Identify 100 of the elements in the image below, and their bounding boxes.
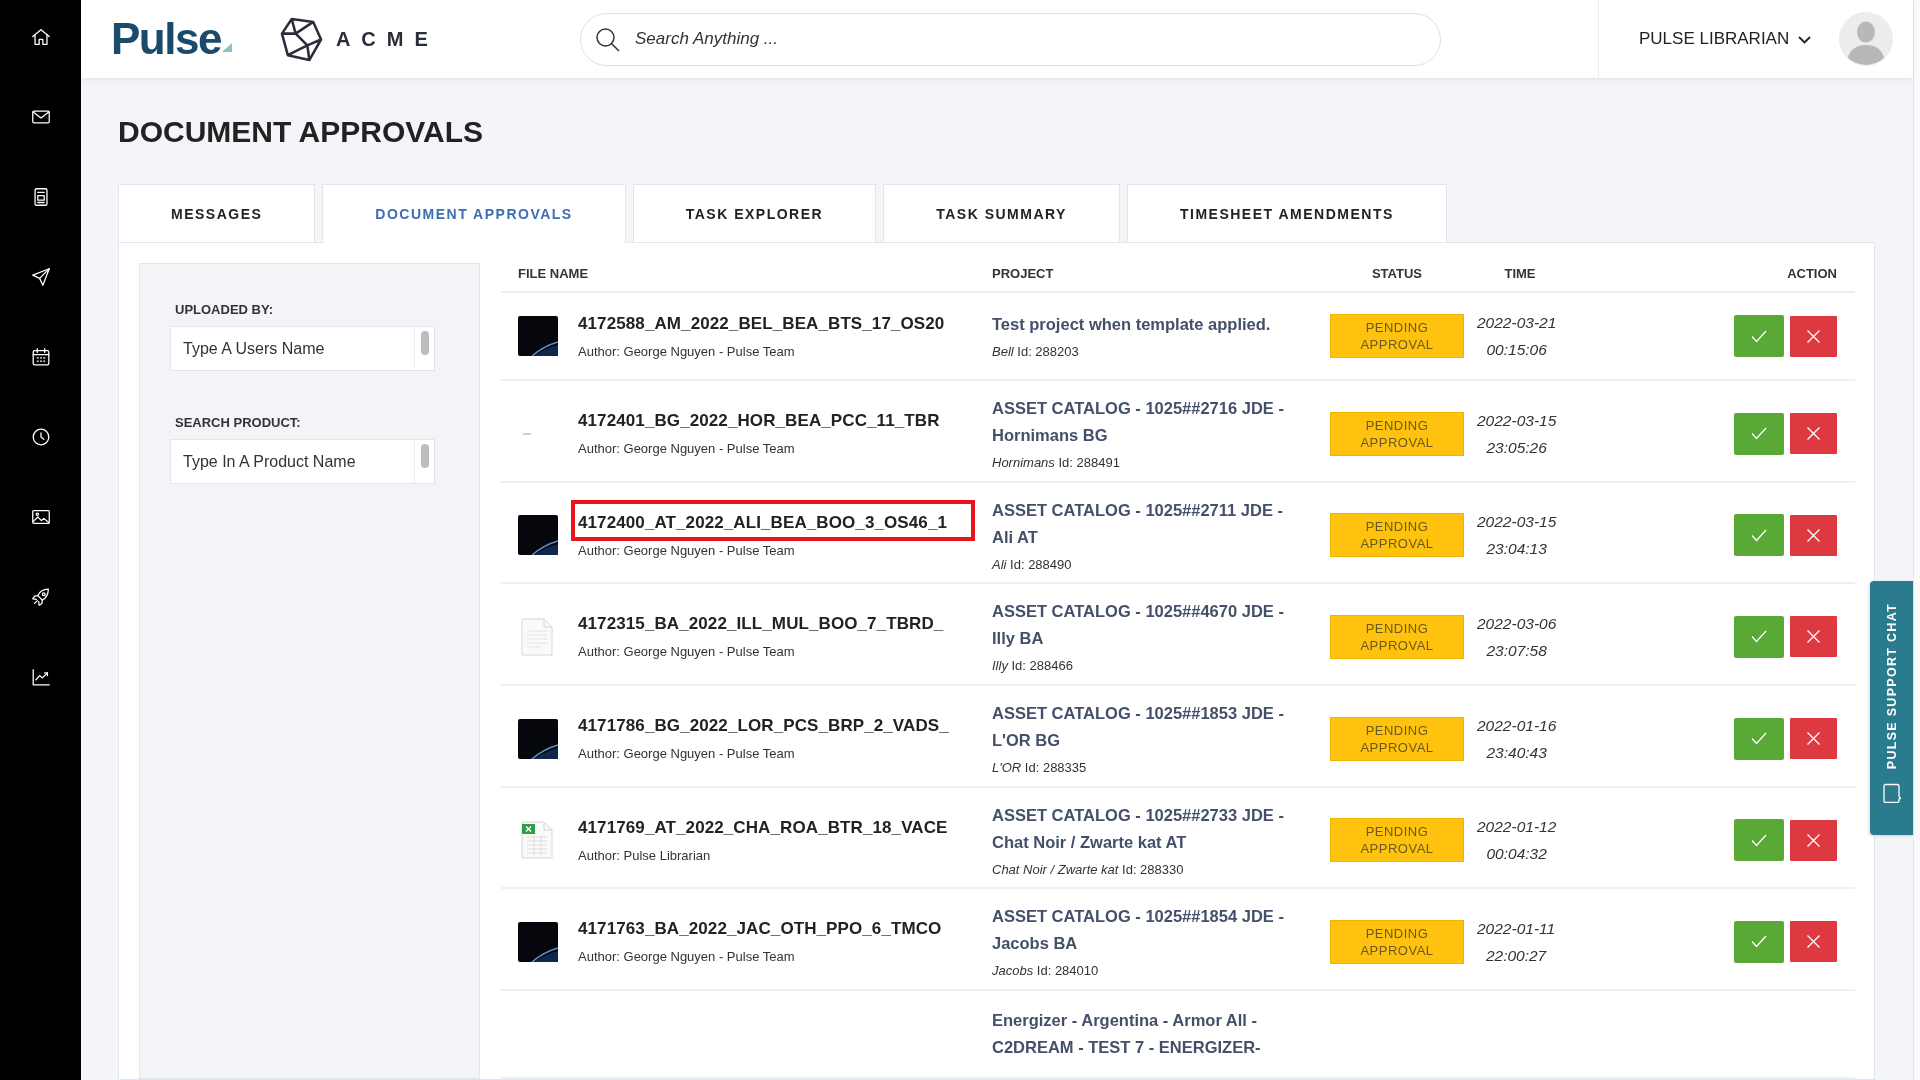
approve-button[interactable] bbox=[1734, 514, 1784, 557]
file-name[interactable]: 4172401_BG_2022_HOR_BEA_PCC_11_TBR bbox=[578, 410, 940, 433]
file-name[interactable]: 4171763_BA_2022_JAC_OTH_PPO_6_TMCO bbox=[578, 918, 942, 941]
status-badge: PENDING APPROVAL bbox=[1330, 513, 1464, 558]
reject-button[interactable] bbox=[1790, 413, 1837, 455]
home-icon[interactable] bbox=[29, 26, 52, 48]
column-header: FILE NAME bbox=[518, 266, 589, 282]
close-icon bbox=[1807, 630, 1820, 644]
photo-placeholder bbox=[518, 515, 558, 556]
scrollbar-thumb[interactable] bbox=[420, 444, 429, 468]
author-text: Author: George Nguyen - Pulse Team bbox=[578, 949, 795, 966]
project-name: ASSET CATALOG - 1025##2716 JDE - Hornimans BG bbox=[992, 398, 1285, 447]
page-title: DOCUMENT APPROVALS bbox=[118, 114, 483, 150]
file-name[interactable]: 4172315_BA_2022_ILL_MUL_BOO_7_TBRD_ bbox=[578, 613, 944, 636]
close-icon bbox=[1807, 427, 1820, 441]
reject-button[interactable] bbox=[1790, 315, 1837, 357]
logo-text: Pulse bbox=[111, 17, 221, 61]
time-text: 23:07:58 bbox=[1486, 640, 1547, 661]
check-icon bbox=[1751, 833, 1767, 847]
file-name[interactable]: 4172400_AT_2022_ALI_BEA_BOO_3_OS46_1 bbox=[578, 511, 948, 534]
approve-button[interactable] bbox=[1734, 717, 1784, 760]
reject-button[interactable] bbox=[1790, 921, 1837, 963]
polyhedron-icon bbox=[279, 15, 323, 63]
close-icon bbox=[1807, 528, 1820, 542]
author-text: Author: George Nguyen - Pulse Team bbox=[578, 746, 795, 763]
photo-placeholder bbox=[518, 316, 558, 357]
date-text: 2022-01-11 bbox=[1477, 918, 1556, 939]
input-field[interactable]: Type A Users Name bbox=[170, 326, 435, 371]
status-badge: PENDING APPROVAL bbox=[1330, 716, 1464, 761]
time-text: 23:05:26 bbox=[1486, 437, 1547, 458]
date-text: 2022-03-21 bbox=[1477, 313, 1557, 334]
brand-name: ACME bbox=[335, 27, 439, 51]
project-name: Energizer - Argentina - Armor All - C2DREAM - TEST 7 - ENERGIZER- bbox=[992, 1009, 1262, 1058]
approve-button[interactable] bbox=[1734, 819, 1784, 862]
date-text: 2022-01-12 bbox=[1477, 817, 1557, 838]
time-text: 00:04:32 bbox=[1486, 844, 1547, 865]
close-icon bbox=[1807, 833, 1820, 847]
file-name[interactable]: 4171786_BG_2022_LOR_PCS_BRP_2_VADS_ bbox=[578, 715, 949, 738]
time-text: 23:40:43 bbox=[1486, 742, 1547, 763]
date-text: 2022-03-06 bbox=[1477, 613, 1557, 634]
chat-bubble-icon bbox=[1882, 783, 1901, 804]
project-name: Test project when template applied. bbox=[992, 314, 1272, 336]
photo-placeholder bbox=[518, 921, 558, 962]
status-badge: PENDING APPROVAL bbox=[1330, 314, 1464, 359]
tab[interactable]: TASK EXPLORER bbox=[632, 184, 877, 242]
time-text: 00:15:06 bbox=[1486, 340, 1547, 361]
user-menu[interactable]: PULSE LIBRARIAN bbox=[1639, 29, 1812, 49]
scrollbar-track[interactable] bbox=[1913, 0, 1920, 1080]
project-name: ASSET CATALOG - 1025##2733 JDE - Chat Noir / Zwarte kat AT bbox=[992, 804, 1285, 853]
check-icon bbox=[1751, 329, 1767, 343]
tab[interactable]: DOCUMENT APPROVALS bbox=[322, 184, 626, 243]
support-chat-tab[interactable]: PULSE SUPPORT CHAT bbox=[1870, 581, 1913, 835]
check-icon bbox=[1751, 935, 1767, 949]
reject-button[interactable] bbox=[1790, 514, 1837, 556]
approve-button[interactable] bbox=[1734, 412, 1784, 455]
tab[interactable]: MESSAGES bbox=[118, 184, 316, 242]
document-icon bbox=[521, 617, 553, 656]
check-icon bbox=[1751, 427, 1767, 441]
scrollbar-thumb[interactable] bbox=[420, 331, 429, 355]
paper-plane-icon[interactable] bbox=[29, 266, 52, 288]
time-text: 22:00:27 bbox=[1485, 945, 1547, 966]
triangle-icon bbox=[221, 43, 232, 52]
reject-button[interactable] bbox=[1790, 718, 1837, 760]
status-badge: PENDING APPROVAL bbox=[1330, 919, 1464, 964]
project-id: Jacobs Id: 284010 bbox=[992, 962, 1099, 981]
reject-button[interactable] bbox=[1790, 819, 1837, 861]
dash-icon bbox=[523, 432, 531, 435]
file-name[interactable]: 4172588_AM_2022_BEL_BEA_BTS_17_OS20 bbox=[578, 312, 945, 335]
close-icon bbox=[1807, 935, 1820, 949]
check-icon bbox=[1751, 528, 1767, 542]
author-text: Author: George Nguyen - Pulse Team bbox=[578, 542, 795, 559]
date-text: 2022-01-16 bbox=[1477, 715, 1557, 736]
column-header: TIME bbox=[1503, 266, 1537, 282]
project-id: Ali Id: 288490 bbox=[992, 555, 1072, 574]
close-icon bbox=[1807, 329, 1820, 343]
input-field[interactable]: Type In A Product Name bbox=[170, 439, 435, 484]
search-field[interactable]: Search Anything ... bbox=[580, 12, 1441, 66]
status-badge: PENDING APPROVAL bbox=[1330, 411, 1464, 456]
author-text: Author: George Nguyen - Pulse Team bbox=[578, 644, 795, 661]
status-badge: PENDING APPROVAL bbox=[1330, 614, 1464, 659]
file-name[interactable]: 4171769_AT_2022_CHA_ROA_BTR_18_VACE bbox=[578, 816, 948, 839]
author-text: Author: George Nguyen - Pulse Team bbox=[578, 343, 795, 360]
reject-button[interactable] bbox=[1790, 616, 1837, 658]
author-text: Author: George Nguyen - Pulse Team bbox=[578, 441, 795, 458]
approve-button[interactable] bbox=[1734, 315, 1784, 358]
approve-button[interactable] bbox=[1734, 920, 1784, 963]
rocket-icon[interactable] bbox=[29, 586, 52, 608]
tab[interactable]: TIMESHEET AMENDMENTS bbox=[1126, 184, 1447, 242]
search-icon bbox=[595, 26, 620, 52]
tab[interactable]: TASK SUMMARY bbox=[883, 184, 1120, 242]
filter-label: SEARCH PRODUCT: bbox=[175, 415, 301, 431]
date-text: 2022-03-15 bbox=[1477, 410, 1557, 431]
column-header: PROJECT bbox=[992, 266, 1054, 282]
spreadsheet-icon bbox=[521, 821, 553, 860]
project-name: ASSET CATALOG - 1025##1853 JDE - L'OR BG bbox=[992, 703, 1285, 752]
project-id: L'OR Id: 288335 bbox=[992, 759, 1087, 778]
approve-button[interactable] bbox=[1734, 615, 1784, 658]
project-id: Illy Id: 288466 bbox=[992, 657, 1073, 676]
check-icon bbox=[1751, 630, 1767, 644]
project-name: ASSET CATALOG - 1025##1854 JDE - Jacobs BA bbox=[992, 906, 1285, 955]
